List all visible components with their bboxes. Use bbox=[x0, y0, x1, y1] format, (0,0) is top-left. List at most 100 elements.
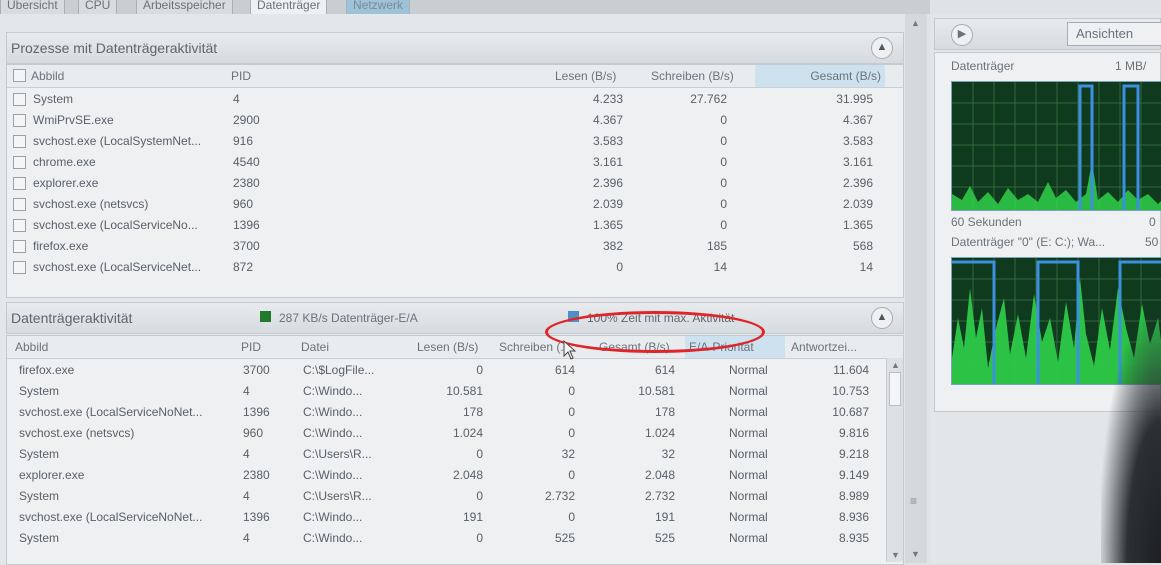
col-read[interactable]: Lesen (B/s) bbox=[555, 69, 616, 83]
cell-image: svchost.exe (LocalServiceNoNet... bbox=[19, 510, 203, 524]
table-row[interactable]: svchost.exe (LocalServiceNoNet... 1396 C:\… bbox=[7, 507, 883, 528]
cell-read: 0 bbox=[616, 260, 623, 274]
table-row[interactable]: System 4 4.233 27.762 31.995 bbox=[7, 89, 903, 110]
row-checkbox[interactable] bbox=[13, 156, 26, 169]
cell-io-priority: Normal bbox=[729, 510, 768, 524]
row-checkbox[interactable] bbox=[13, 198, 26, 211]
chevron-up-icon: ▲ bbox=[876, 41, 888, 53]
cell-read: 4.367 bbox=[592, 113, 623, 127]
activity-panel-header[interactable]: Datenträgeraktivität 287 KB/s Datenträge… bbox=[6, 302, 904, 334]
row-checkbox[interactable] bbox=[13, 114, 26, 127]
table-row[interactable]: WmiPrvSE.exe 2900 4.367 0 4.367 bbox=[7, 110, 903, 131]
processes-panel-title: Prozesse mit Datenträgeraktivität bbox=[11, 40, 218, 56]
row-checkbox[interactable] bbox=[13, 240, 26, 253]
scroll-down-icon[interactable]: ▼ bbox=[911, 549, 920, 559]
cell-image: explorer.exe bbox=[19, 468, 85, 482]
col-pid[interactable]: PID bbox=[241, 340, 261, 354]
cell-write: 2.732 bbox=[544, 489, 575, 503]
cell-pid: 2380 bbox=[243, 468, 270, 482]
cell-pid: 4540 bbox=[233, 155, 260, 169]
table-row[interactable]: svchost.exe (LocalServiceNet... 872 0 14 14 bbox=[7, 257, 903, 278]
activity-table: Abbild PID Datei Lesen (B/s) Schreiben (… bbox=[6, 335, 904, 565]
cell-pid: 4 bbox=[243, 447, 250, 461]
collapse-activity-button[interactable]: ▲ bbox=[871, 307, 893, 329]
tab-disk[interactable]: Datenträger bbox=[250, 0, 328, 15]
cell-write: 614 bbox=[554, 363, 575, 377]
cell-io-priority: Normal bbox=[729, 468, 768, 482]
table-row[interactable]: svchost.exe (LocalServiceNo... 1396 1.365 0… bbox=[7, 215, 903, 236]
col-image[interactable]: Abbild bbox=[15, 340, 48, 354]
scroll-thumb[interactable] bbox=[889, 372, 901, 406]
cell-file: C:\Windo... bbox=[303, 531, 363, 545]
cell-write: 0 bbox=[720, 176, 727, 190]
table-row[interactable]: firefox.exe 3700 382 185 568 bbox=[7, 236, 903, 257]
cell-read: 0 bbox=[476, 447, 483, 461]
photo-shadow bbox=[1101, 313, 1161, 563]
cell-pid: 4 bbox=[233, 92, 240, 106]
main-scrollbar[interactable]: ▲ ≡ ▼ bbox=[905, 14, 927, 563]
tab-memory[interactable]: Arbeitsspeicher bbox=[136, 0, 233, 15]
scroll-down-icon[interactable]: ▼ bbox=[891, 550, 900, 560]
table-row[interactable]: svchost.exe (LocalSystemNet... 916 3.583 0 3… bbox=[7, 131, 903, 152]
cell-image: System bbox=[19, 489, 60, 503]
table-row[interactable]: svchost.exe (netsvcs) 960 C:\Windo... 1.024… bbox=[7, 423, 883, 444]
tab-overview[interactable]: Übersicht bbox=[0, 0, 65, 15]
cell-total: 2.048 bbox=[644, 468, 675, 482]
activity-table-scrollbar[interactable]: ▲ ▼ bbox=[886, 358, 903, 562]
tab-cpu[interactable]: CPU bbox=[78, 0, 118, 15]
table-row[interactable]: explorer.exe 2380 C:\Windo... 2.048 0 2.048 No… bbox=[7, 465, 883, 486]
table-row[interactable]: System 4 C:\Users\R... 0 32 32 Normal 9.218 bbox=[7, 444, 883, 465]
cell-image: svchost.exe (LocalSystemNet... bbox=[33, 134, 202, 148]
col-file[interactable]: Datei bbox=[301, 340, 329, 354]
cell-response-time: 9.149 bbox=[838, 468, 869, 482]
table-row[interactable]: svchost.exe (netsvcs) 960 2.039 0 2.039 bbox=[7, 194, 903, 215]
scroll-up-icon[interactable]: ▲ bbox=[911, 18, 920, 28]
col-response-time[interactable]: Antwortzei... bbox=[791, 340, 857, 354]
cell-write: 14 bbox=[713, 260, 727, 274]
table-row[interactable]: System 4 C:\Windo... 0 525 525 Normal 8.935 bbox=[7, 528, 883, 549]
col-read[interactable]: Lesen (B/s) bbox=[417, 340, 478, 354]
table-row[interactable]: chrome.exe 4540 3.161 0 3.161 bbox=[7, 152, 903, 173]
cell-write: 27.762 bbox=[690, 92, 727, 106]
cell-write: 525 bbox=[554, 531, 575, 545]
cell-pid: 2380 bbox=[233, 176, 260, 190]
scroll-grip-icon[interactable]: ≡ bbox=[910, 494, 917, 508]
graph1-label: Datenträger bbox=[951, 59, 1015, 73]
cell-pid: 4 bbox=[243, 384, 250, 398]
cell-write: 0 bbox=[720, 197, 727, 211]
scroll-up-icon[interactable]: ▲ bbox=[891, 360, 900, 370]
col-write[interactable]: Schreiben (B/s) bbox=[651, 69, 734, 83]
row-checkbox[interactable] bbox=[13, 135, 26, 148]
graph1-zero-label: 0 bbox=[1149, 215, 1156, 229]
chevron-right-icon: ▶ bbox=[957, 28, 967, 40]
cell-write: 0 bbox=[568, 468, 575, 482]
cell-image: svchost.exe (netsvcs) bbox=[19, 426, 135, 440]
col-total[interactable]: Gesamt (B/s) bbox=[755, 65, 885, 87]
table-row[interactable]: System 4 C:\Users\R... 0 2.732 2.732 Normal 8.9… bbox=[7, 486, 883, 507]
col-pid[interactable]: PID bbox=[231, 69, 251, 83]
cell-pid: 916 bbox=[233, 134, 254, 148]
cell-pid: 4 bbox=[243, 489, 250, 503]
table-row[interactable]: firefox.exe 3700 C:\$LogFile... 0 614 614 Norm… bbox=[7, 360, 883, 381]
graphs-toolbar: ▶ Ansichten bbox=[934, 18, 1161, 50]
cell-response-time: 8.989 bbox=[838, 489, 869, 503]
tab-network[interactable]: Netzwerk bbox=[346, 0, 411, 15]
chevron-up-icon: ▲ bbox=[876, 311, 888, 323]
views-button[interactable]: Ansichten bbox=[1067, 22, 1161, 46]
row-checkbox[interactable] bbox=[13, 177, 26, 190]
table-row[interactable]: svchost.exe (LocalServiceNoNet... 1396 C:\… bbox=[7, 402, 883, 423]
select-all-checkbox[interactable] bbox=[13, 69, 26, 82]
row-checkbox[interactable] bbox=[13, 93, 26, 106]
expand-button[interactable]: ▶ bbox=[951, 24, 973, 46]
table-row[interactable]: System 4 C:\Windo... 10.581 0 10.581 Normal 10.… bbox=[7, 381, 883, 402]
table-row[interactable]: explorer.exe 2380 2.396 0 2.396 bbox=[7, 173, 903, 194]
row-checkbox[interactable] bbox=[13, 219, 26, 232]
row-checkbox[interactable] bbox=[13, 261, 26, 274]
cell-total: 3.583 bbox=[842, 134, 873, 148]
processes-panel-header[interactable]: Prozesse mit Datenträgeraktivität ▲ bbox=[6, 32, 904, 64]
collapse-processes-button[interactable]: ▲ bbox=[871, 37, 893, 59]
col-image[interactable]: Abbild bbox=[31, 69, 64, 83]
cell-write: 0 bbox=[720, 134, 727, 148]
cell-file: C:\Windo... bbox=[303, 510, 363, 524]
cell-io-priority: Normal bbox=[729, 531, 768, 545]
